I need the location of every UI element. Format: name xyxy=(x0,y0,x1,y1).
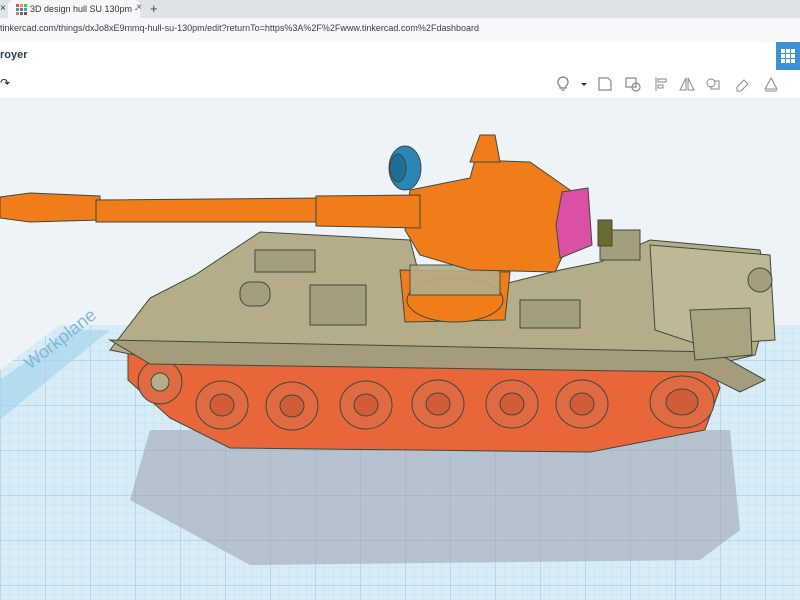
align-icon[interactable] xyxy=(652,75,670,93)
tab-title: 3D design hull SU 130pm - Tinkercad xyxy=(30,4,138,14)
mirror-icon[interactable] xyxy=(678,75,696,93)
toolbar: ↷ xyxy=(0,70,800,99)
app-header: royer xyxy=(0,42,800,71)
tinkercad-favicon-icon xyxy=(16,4,27,15)
ungroup-icon[interactable] xyxy=(734,75,752,93)
address-bar[interactable]: tinkercad.com/things/dxJo8xE9mmq-hull-su… xyxy=(0,18,800,43)
scene-svg[interactable]: Workplane xyxy=(0,98,800,600)
url-text[interactable]: tinkercad.com/things/dxJo8xE9mmq-hull-su… xyxy=(0,23,479,33)
gun-barrel-base[interactable] xyxy=(315,194,421,229)
group-icon[interactable] xyxy=(704,75,722,93)
note-icon[interactable] xyxy=(596,75,614,93)
close-tab-icon[interactable]: × xyxy=(136,2,142,13)
browser-tab-active[interactable]: 3D design hull SU 130pm - Tinkercad xyxy=(8,0,140,18)
apps-grid-button[interactable] xyxy=(776,42,800,70)
rear-box[interactable] xyxy=(689,307,753,361)
design-title[interactable]: royer xyxy=(0,49,28,61)
dropdown-icon[interactable] xyxy=(575,75,587,93)
lightbulb-icon[interactable] xyxy=(554,75,572,93)
workplane-icon[interactable] xyxy=(762,75,780,93)
browser-tab-strip: × 3D design hull SU 130pm - Tinkercad × … xyxy=(0,0,800,18)
new-tab-button[interactable]: + xyxy=(150,0,158,18)
dark-block[interactable] xyxy=(597,219,613,247)
gun-barrel[interactable] xyxy=(95,197,321,223)
3d-viewport[interactable]: Workplane xyxy=(0,98,800,600)
redo-icon[interactable]: ↷ xyxy=(0,76,10,90)
gun-barrel-tip[interactable] xyxy=(0,192,101,223)
magenta-part[interactable] xyxy=(555,187,593,259)
comment-icon[interactable] xyxy=(624,75,642,93)
